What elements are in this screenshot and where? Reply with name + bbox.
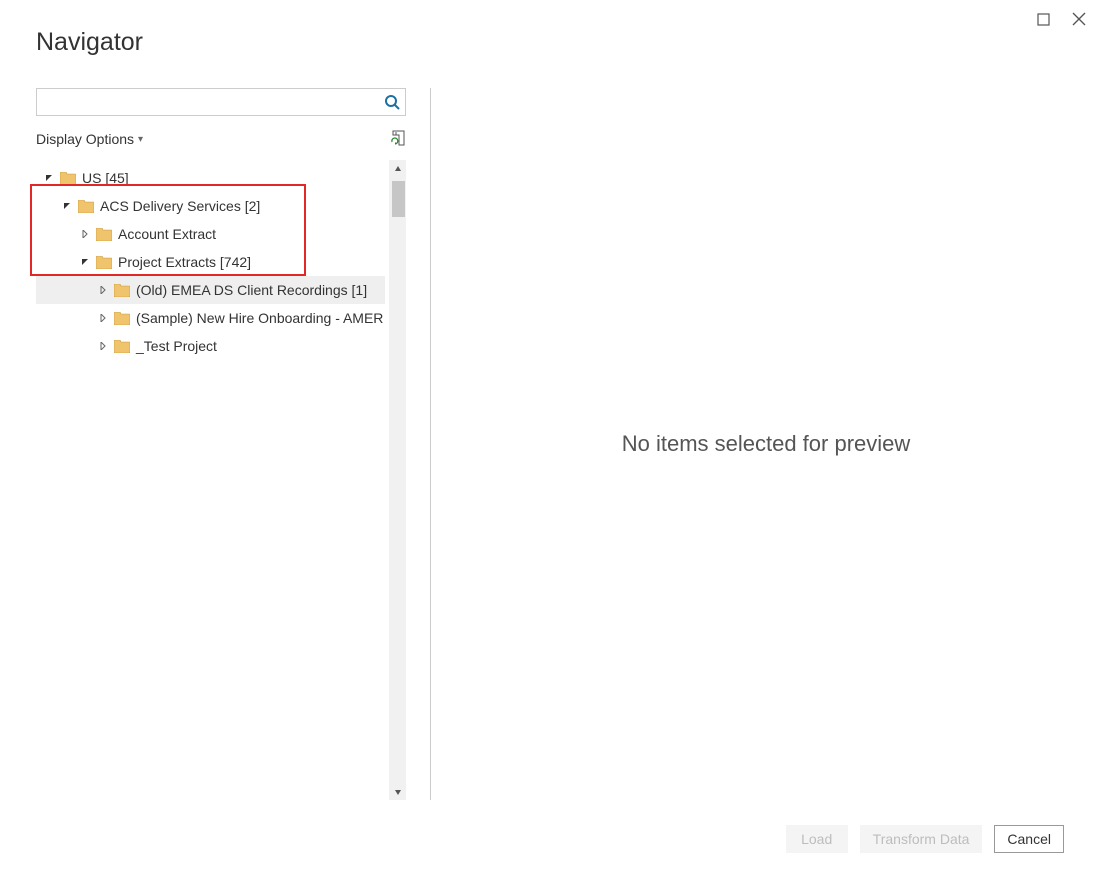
scroll-up-button[interactable] — [390, 160, 407, 177]
left-panel: Display Options ▾ US [45] ACS Delivery Se… — [36, 88, 408, 800]
collapse-arrow-icon[interactable] — [78, 258, 92, 266]
display-options-label: Display Options — [36, 131, 134, 147]
tree-item[interactable]: (Old) EMEA DS Client Recordings [1] — [36, 276, 385, 304]
page-title: Navigator — [36, 28, 143, 57]
collapse-arrow-icon[interactable] — [60, 202, 74, 210]
expand-arrow-icon[interactable] — [96, 286, 110, 294]
expand-arrow-icon[interactable] — [96, 314, 110, 322]
cancel-button[interactable]: Cancel — [994, 825, 1064, 853]
panel-divider — [430, 88, 431, 800]
scroll-down-button[interactable] — [390, 783, 407, 800]
tree-item-label: Project Extracts [742] — [118, 254, 251, 270]
scroll-thumb[interactable] — [392, 181, 405, 217]
load-button[interactable]: Load — [786, 825, 848, 853]
folder-icon — [114, 312, 130, 325]
folder-icon — [60, 172, 76, 185]
tree-item[interactable]: _Test Project — [36, 332, 385, 360]
folder-tree: US [45] ACS Delivery Services [2] Account … — [36, 160, 389, 800]
folder-icon — [96, 256, 112, 269]
scroll-track[interactable] — [390, 177, 407, 783]
folder-icon — [114, 284, 130, 297]
search-input[interactable] — [37, 94, 379, 110]
tree-item[interactable]: (Sample) New Hire Onboarding - AMER — [36, 304, 385, 332]
vertical-scrollbar[interactable] — [389, 160, 406, 800]
search-box[interactable] — [36, 88, 406, 116]
folder-icon — [78, 200, 94, 213]
close-icon[interactable] — [1072, 12, 1086, 26]
refresh-icon[interactable] — [390, 130, 406, 149]
tree-item-label: _Test Project — [136, 338, 217, 354]
preview-pane: No items selected for preview — [432, 88, 1100, 800]
tree-item[interactable]: Project Extracts [742] — [36, 248, 385, 276]
expand-arrow-icon[interactable] — [78, 230, 92, 238]
preview-empty-message: No items selected for preview — [622, 431, 911, 457]
maximize-icon[interactable] — [1037, 13, 1050, 26]
tree-item-label: ACS Delivery Services [2] — [100, 198, 260, 214]
chevron-down-icon: ▾ — [138, 134, 143, 145]
tree-item-label: US [45] — [82, 170, 129, 186]
folder-icon — [96, 228, 112, 241]
footer-buttons: Load Transform Data Cancel — [786, 825, 1064, 853]
folder-icon — [114, 340, 130, 353]
tree-item[interactable]: ACS Delivery Services [2] — [36, 192, 385, 220]
tree-item-label: Account Extract — [118, 226, 216, 242]
tree-item[interactable]: Account Extract — [36, 220, 385, 248]
search-icon[interactable] — [379, 94, 405, 110]
tree-item-label: (Sample) New Hire Onboarding - AMER — [136, 310, 383, 326]
tree-item[interactable]: US [45] — [36, 164, 385, 192]
expand-arrow-icon[interactable] — [96, 342, 110, 350]
tree-item-label: (Old) EMEA DS Client Recordings [1] — [136, 282, 367, 298]
transform-data-button[interactable]: Transform Data — [860, 825, 983, 853]
display-options-dropdown[interactable]: Display Options ▾ — [36, 131, 143, 147]
collapse-arrow-icon[interactable] — [42, 174, 56, 182]
